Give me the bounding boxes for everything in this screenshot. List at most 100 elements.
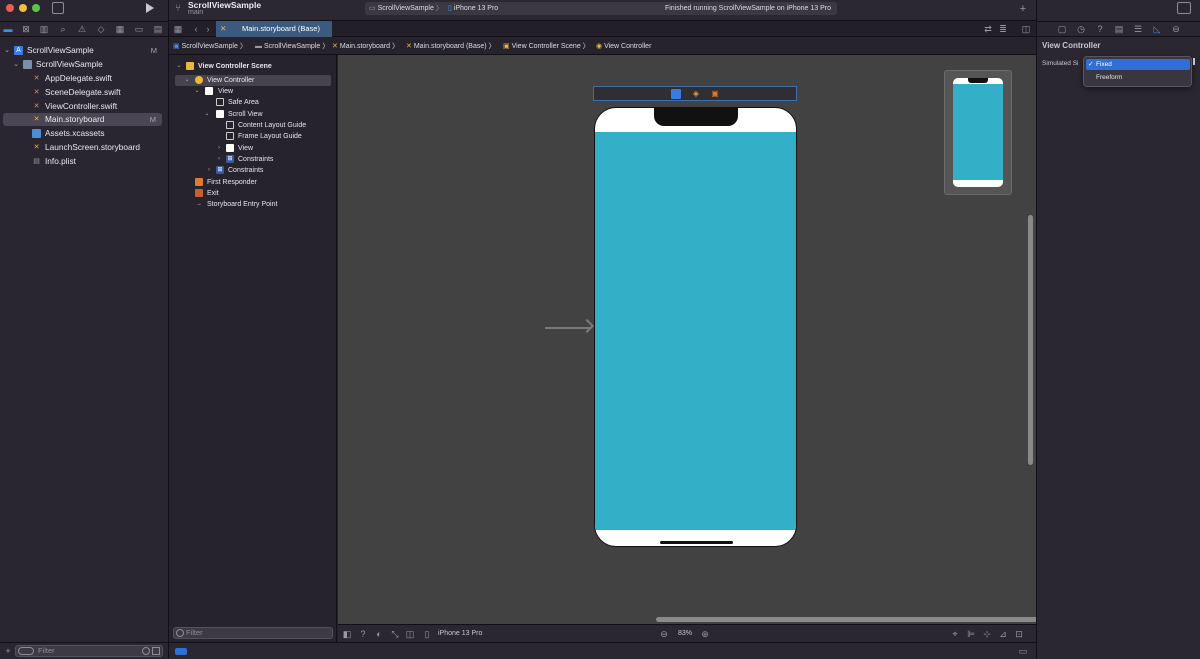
size-class-icon[interactable]: ◫ — [405, 628, 415, 640]
show-debug-area-icon[interactable]: ▭ — [1018, 645, 1028, 657]
report-icon[interactable]: ▤ — [153, 23, 163, 35]
nav-item-group[interactable]: ⌄ ScrollViewSample — [0, 58, 169, 71]
search-icon[interactable]: ⌕ — [58, 23, 68, 35]
outline-first-responder[interactable]: First Responder — [175, 177, 335, 188]
grid-icon[interactable]: ▦ — [173, 23, 183, 35]
layout-guide-icon — [226, 121, 234, 129]
scene-dock: ◈ ▣ — [593, 86, 797, 101]
exit-dock-icon[interactable]: ▣ — [710, 89, 720, 99]
nav-item-assets[interactable]: Assets.xcassets — [0, 127, 169, 140]
first-responder-dock-icon[interactable]: ◈ — [691, 89, 701, 99]
close-window-button[interactable] — [6, 4, 14, 12]
activity-view: ▭ ScrollViewSample 〉 ▯ iPhone 13 Pro Fin… — [365, 2, 837, 15]
inspector-toggle-icon[interactable] — [1177, 2, 1191, 14]
run-button[interactable] — [146, 3, 154, 13]
zoom-in-icon[interactable]: ⊕ — [700, 628, 710, 640]
source-control-icon[interactable]: ⊠ — [21, 23, 31, 35]
nav-item-scenedelegate[interactable]: ✕ SceneDelegate.swift — [0, 86, 169, 99]
identity-inspector-icon[interactable]: ▤ — [1114, 23, 1124, 35]
assets-icon — [32, 129, 41, 138]
scheme-selector[interactable]: ▭ ScrollViewSample 〉 — [369, 3, 443, 14]
outline-scene[interactable]: ⌄ View Controller Scene — [175, 61, 335, 72]
tab-main-storyboard[interactable]: ✕ Main.storyboard (Base) — [216, 21, 332, 37]
symbol-icon[interactable]: ▥ — [39, 23, 49, 35]
appearance-icon[interactable]: ◐ — [374, 628, 384, 640]
add-icon[interactable]: + — [3, 645, 13, 657]
orientation-icon[interactable]: ⤡ — [390, 628, 400, 640]
nav-item-infoplist[interactable]: ▤ Info.plist — [0, 155, 169, 168]
nav-item-appdelegate[interactable]: ✕ AppDelegate.swift — [0, 72, 169, 85]
history-inspector-icon[interactable]: ◷ — [1076, 23, 1086, 35]
add-constraints-icon[interactable]: ⊹ — [982, 628, 992, 640]
nav-item-main-storyboard[interactable]: ✕ Main.storyboard M — [3, 113, 162, 126]
attributes-inspector-icon[interactable]: ☰ — [1133, 23, 1143, 35]
breadcrumb-project[interactable]: ▣ ScrollViewSample 〉 — [173, 41, 247, 52]
destination-selector[interactable]: ▯ iPhone 13 Pro — [448, 3, 498, 14]
file-inspector-icon[interactable]: ▢ — [1057, 23, 1067, 35]
navigator-filter-input[interactable]: Filter — [15, 645, 163, 657]
breadcrumb-view-controller[interactable]: ◉ View Controller — [596, 41, 651, 52]
recent-files-icon[interactable] — [142, 647, 150, 655]
outline-filter-input[interactable]: Filter — [173, 627, 333, 639]
resolve-issues-icon[interactable]: ⊿ — [998, 628, 1008, 640]
embed-icon[interactable]: ⊡ — [1014, 628, 1024, 640]
outline-inner-view[interactable]: › View — [175, 143, 335, 154]
outline-scroll-constraints[interactable]: › ⊞ Constraints — [175, 154, 335, 165]
menu-option-freeform[interactable]: Freeform — [1086, 72, 1190, 83]
outline-entry-point[interactable]: → Storyboard Entry Point — [175, 199, 335, 210]
horizontal-scrollbar[interactable] — [656, 617, 1056, 622]
close-tab-icon[interactable]: ✕ — [220, 21, 226, 37]
outline-safe-area[interactable]: Safe Area — [175, 97, 335, 108]
back-icon[interactable]: ‹ — [191, 23, 201, 35]
device-icon[interactable]: ▯ — [422, 628, 432, 640]
breadcrumb-group[interactable]: ▬ ScrollViewSample 〉 — [255, 41, 329, 52]
breakpoint-icon[interactable]: ▭ — [134, 23, 144, 35]
breadcrumb-file[interactable]: ✕ Main.storyboard 〉 — [332, 41, 399, 52]
folder-icon[interactable]: ▬ — [3, 23, 13, 35]
nav-item-launchscreen[interactable]: ✕ LaunchScreen.storyboard — [0, 141, 169, 154]
debug-icon[interactable]: ▦ — [115, 23, 125, 35]
help-icon[interactable]: ? — [358, 628, 368, 640]
test-icon[interactable]: ◇ — [96, 23, 106, 35]
device-label[interactable]: iPhone 13 Pro — [438, 630, 482, 637]
minimize-window-button[interactable] — [19, 4, 27, 12]
adjust-editor-icon[interactable]: ≣ — [998, 23, 1008, 35]
view-controller-dock-icon[interactable] — [671, 89, 681, 99]
breakpoints-toggle-icon[interactable] — [175, 648, 187, 655]
forward-icon[interactable]: › — [203, 23, 213, 35]
refresh-icon[interactable]: ⇄ — [983, 23, 993, 35]
vertical-scrollbar[interactable] — [1028, 215, 1033, 465]
zoom-out-icon[interactable]: ⊖ — [659, 628, 669, 640]
outline-scroll-view[interactable]: ⌄ Scroll View — [175, 109, 335, 120]
filter-options-icon[interactable] — [18, 647, 34, 655]
breadcrumb-scene[interactable]: ▣ View Controller Scene 〉 — [503, 41, 590, 52]
library-add-icon[interactable]: + — [1018, 3, 1028, 15]
zoom-window-button[interactable] — [32, 4, 40, 12]
iphone-frame[interactable] — [594, 107, 797, 547]
issue-icon[interactable]: ⚠ — [77, 23, 87, 35]
storyboard-canvas[interactable]: ◈ ▣ — [338, 55, 1056, 624]
nav-item-project[interactable]: ⌄ A ScrollViewSample M — [0, 44, 169, 57]
modified-files-icon[interactable] — [152, 647, 160, 655]
scheme-icon: ▭ — [369, 5, 376, 12]
split-editor-icon[interactable]: ◫ — [1021, 23, 1031, 35]
outline-view-constraints[interactable]: › ⊞ Constraints — [175, 165, 335, 176]
scroll-view-area[interactable] — [595, 132, 796, 530]
menu-option-fixed[interactable]: ✓ Fixed — [1086, 59, 1190, 70]
align-icon[interactable]: ⊫ — [966, 628, 976, 640]
outline-toggle-icon[interactable]: ◧ — [342, 628, 352, 640]
update-frames-icon[interactable]: ⌖ — [950, 628, 960, 640]
connections-inspector-icon[interactable]: ⊖ — [1171, 23, 1181, 35]
outline-frame-layout-guide[interactable]: Frame Layout Guide — [175, 131, 335, 142]
breadcrumb-base[interactable]: ✕ Main.storyboard (Base) 〉 — [406, 41, 496, 52]
canvas-minimap[interactable] — [944, 70, 1012, 195]
help-inspector-icon[interactable]: ? — [1095, 23, 1105, 35]
size-inspector-icon[interactable]: ◺ — [1152, 23, 1162, 35]
sidebar-toggle-icon[interactable] — [52, 2, 64, 14]
outline-view-controller[interactable]: ⌄ View Controller — [175, 75, 331, 86]
nav-item-viewcontroller[interactable]: ✕ ViewController.swift — [0, 100, 169, 113]
zoom-level[interactable]: 83% — [678, 630, 692, 637]
outline-content-layout-guide[interactable]: Content Layout Guide — [175, 120, 335, 131]
outline-exit[interactable]: Exit — [175, 188, 335, 199]
outline-view[interactable]: ⌄ View — [175, 86, 335, 97]
